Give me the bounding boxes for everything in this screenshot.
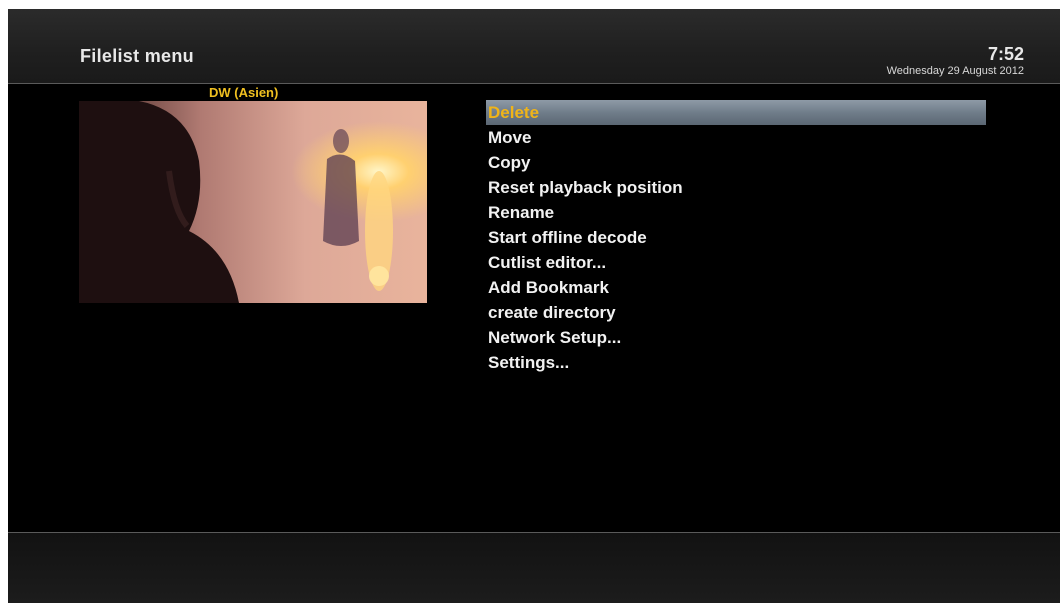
menu-item-rename[interactable]: Rename (486, 200, 986, 225)
menu-item-cutlist-editor[interactable]: Cutlist editor... (486, 250, 986, 275)
video-preview-image (79, 101, 427, 303)
menu-item-reset-playback-position[interactable]: Reset playback position (486, 175, 986, 200)
clock-time: 7:52 (987, 44, 1024, 64)
menu-item-add-bookmark[interactable]: Add Bookmark (486, 275, 986, 300)
menu-item-copy[interactable]: Copy (486, 150, 986, 175)
menu-item-settings[interactable]: Settings... (486, 350, 986, 375)
footer-bar (8, 533, 1060, 603)
header-bar: Filelist menu 7:52 Wednesday 29 August 2… (8, 9, 1060, 84)
clock-date: Wednesday 29 August 2012 (886, 65, 1024, 77)
tv-screen: Filelist menu 7:52 Wednesday 29 August 2… (8, 9, 1060, 603)
menu-item-delete[interactable]: Delete (486, 100, 986, 125)
video-preview (79, 101, 427, 303)
menu-item-network-setup[interactable]: Network Setup... (486, 325, 986, 350)
context-menu-list: Delete Move Copy Reset playback position Ren… (486, 100, 986, 375)
menu-item-move[interactable]: Move (486, 125, 986, 150)
menu-item-create-directory[interactable]: create directory (486, 300, 986, 325)
menu-item-start-offline-decode[interactable]: Start offline decode (486, 225, 986, 250)
page-title: Filelist menu (80, 46, 194, 66)
channel-name: DW (Asien) (209, 85, 279, 100)
